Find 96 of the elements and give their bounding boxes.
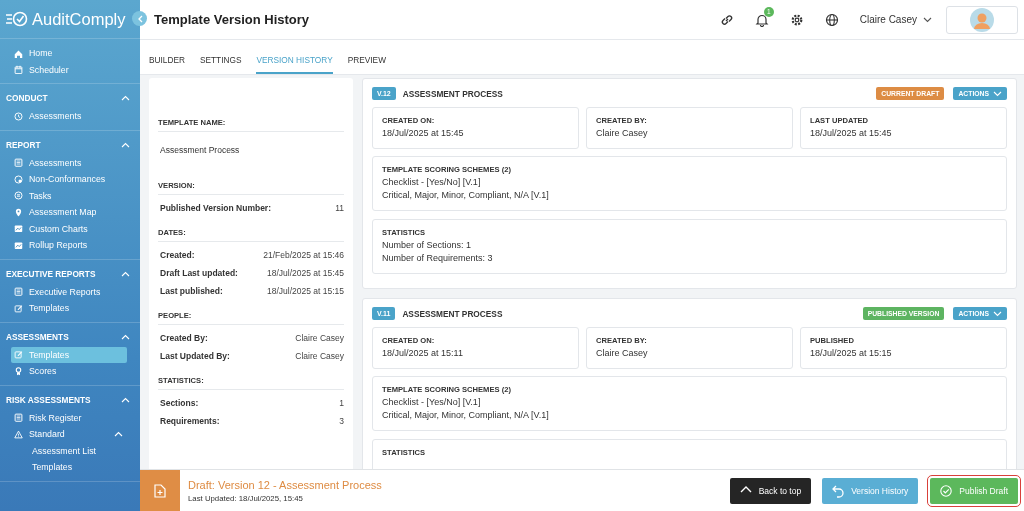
field-value: Number of Requirements: 3 bbox=[382, 252, 494, 265]
chevron-up-icon[interactable] bbox=[121, 141, 130, 148]
checkmark-logo-icon bbox=[6, 11, 28, 27]
undo-arrow-icon bbox=[832, 483, 845, 498]
sidebar-item[interactable]: Standard bbox=[11, 426, 127, 443]
field-value: Claire Casey bbox=[596, 347, 649, 360]
chevron-down-icon[interactable] bbox=[923, 16, 932, 23]
globe-icon[interactable] bbox=[824, 12, 839, 27]
map-pin-icon bbox=[14, 207, 23, 217]
chevron-up-icon[interactable] bbox=[121, 95, 130, 101]
field-label: Last published: bbox=[160, 285, 223, 298]
sidebar-item[interactable]: Assessment Map bbox=[11, 204, 127, 221]
field-value: 3 bbox=[339, 415, 344, 428]
field-value: Number of Sections: 1 bbox=[382, 239, 473, 252]
field-value: 18/Jul/2025 at 15:11 bbox=[382, 347, 464, 360]
field-value: 21/Feb/2025 at 15:46 bbox=[263, 249, 344, 262]
sidebar-item[interactable]: Risk Register bbox=[11, 409, 127, 426]
chevron-up-icon[interactable] bbox=[121, 333, 130, 340]
sidebar-item[interactable]: Templates bbox=[11, 300, 127, 317]
badge-icon bbox=[14, 174, 23, 184]
section-heading[interactable]: RISK ASSESSMENTS bbox=[6, 394, 91, 405]
sidebar-item[interactable]: Rollup Reports bbox=[11, 237, 127, 254]
field-value: Checklist - [Yes/No] [V.1] bbox=[382, 176, 482, 189]
house-icon bbox=[14, 48, 23, 58]
field-label: Last Updated By: bbox=[160, 350, 230, 363]
footer-button[interactable]: Back to top bbox=[729, 477, 812, 504]
page-title: Template Version History bbox=[154, 12, 311, 27]
sidebar-item[interactable]: Executive Reports bbox=[11, 283, 127, 300]
tab[interactable]: PREVIEW bbox=[347, 55, 386, 74]
field-value: Claire Casey bbox=[295, 332, 344, 345]
field-label: Created By: bbox=[160, 332, 208, 345]
tab[interactable]: VERSION HISTORY bbox=[256, 55, 333, 74]
ribbon-icon bbox=[14, 366, 23, 376]
footer-button[interactable]: Version History bbox=[822, 477, 919, 504]
bell-icon[interactable] bbox=[754, 12, 769, 27]
chart-icon bbox=[14, 240, 23, 250]
footer-button[interactable]: Publish Draft bbox=[930, 477, 1018, 504]
field-value: Critical, Major, Minor, Compliant, N/A [V.1] bbox=[382, 189, 550, 202]
field-value: 11 bbox=[335, 202, 344, 215]
sidebar-item[interactable]: Non-Conformances bbox=[11, 171, 127, 188]
settings-icon[interactable] bbox=[789, 12, 804, 27]
list-circle-icon bbox=[14, 191, 23, 201]
field-label: Sections: bbox=[160, 397, 199, 410]
link-icon[interactable] bbox=[719, 12, 734, 27]
field-value: 18/Jul/2025 at 15:15 bbox=[266, 285, 344, 298]
field-label: Published Version Number: bbox=[160, 202, 271, 215]
user-menu[interactable]: Claire Casey bbox=[859, 14, 932, 25]
field-value: 18/Jul/2025 at 15:45 bbox=[382, 127, 465, 140]
sidebar-item[interactable]: Assessments bbox=[11, 108, 127, 125]
chevron-up-icon[interactable] bbox=[114, 431, 123, 438]
field-value: 1 bbox=[339, 397, 344, 410]
section-heading[interactable]: REPORT bbox=[6, 139, 41, 150]
field-label: Requirements: bbox=[160, 415, 220, 428]
version-title: ASSESSMENT PROCESS bbox=[402, 308, 504, 319]
chevron-left-icon bbox=[136, 14, 143, 23]
app-logo-text: AuditComply bbox=[32, 9, 126, 29]
chevron-up-icon[interactable] bbox=[121, 270, 130, 277]
document-icon bbox=[14, 287, 23, 297]
document-icon bbox=[14, 158, 23, 168]
sidebar-item[interactable]: Assessments bbox=[11, 154, 127, 171]
sidebar-item[interactable]: Assessment List bbox=[11, 442, 127, 459]
chart-icon bbox=[14, 224, 23, 234]
clock-icon bbox=[14, 111, 23, 121]
draft-title: Draft: Version 12 - Assessment Process bbox=[188, 478, 383, 491]
calendar-icon bbox=[14, 65, 23, 75]
section-heading[interactable]: CONDUCT bbox=[6, 93, 48, 103]
sidebar-item[interactable]: Home bbox=[11, 45, 127, 62]
field-value: Claire Casey bbox=[596, 127, 649, 140]
version-title: ASSESSMENT PROCESS bbox=[402, 88, 504, 99]
edit-icon bbox=[14, 350, 23, 360]
check-circle-icon bbox=[940, 484, 953, 497]
avatar-icon bbox=[970, 7, 994, 32]
sidebar-item[interactable]: Scores bbox=[11, 363, 127, 380]
sidebar-item[interactable]: Templates bbox=[11, 346, 127, 363]
sidebar-item[interactable]: Tasks bbox=[11, 187, 127, 204]
edit-icon bbox=[14, 303, 23, 313]
section-heading[interactable]: EXECUTIVE REPORTS bbox=[6, 268, 96, 279]
tab[interactable]: BUILDER bbox=[149, 55, 185, 74]
template-name: Assessment Process bbox=[159, 144, 241, 157]
field-value: 18/Jul/2025 at 15:15 bbox=[810, 347, 893, 360]
tab[interactable]: SETTINGS bbox=[199, 55, 242, 74]
field-label: Draft Last updated: bbox=[160, 267, 238, 280]
chevron-up-icon[interactable] bbox=[121, 396, 130, 403]
field-value: Critical, Major, Minor, Compliant, N/A [V.1] bbox=[382, 409, 550, 422]
sidebar-item[interactable]: Scheduler bbox=[11, 61, 127, 78]
sidebar-item[interactable]: Templates bbox=[11, 459, 127, 476]
sidebar-item[interactable]: Custom Charts bbox=[11, 220, 127, 237]
warning-icon bbox=[14, 429, 23, 439]
field-label: Created: bbox=[160, 249, 195, 262]
field-value: Claire Casey bbox=[295, 350, 344, 363]
document-icon bbox=[14, 413, 23, 423]
field-value: 18/Jul/2025 at 15:45 bbox=[266, 267, 344, 280]
field-value: Checklist - [Yes/No] [V.1] bbox=[382, 396, 482, 409]
field-value: 18/Jul/2025 at 15:45 bbox=[810, 127, 893, 140]
document-plus-icon bbox=[154, 483, 166, 498]
section-heading[interactable]: ASSESSMENTS bbox=[6, 331, 69, 342]
